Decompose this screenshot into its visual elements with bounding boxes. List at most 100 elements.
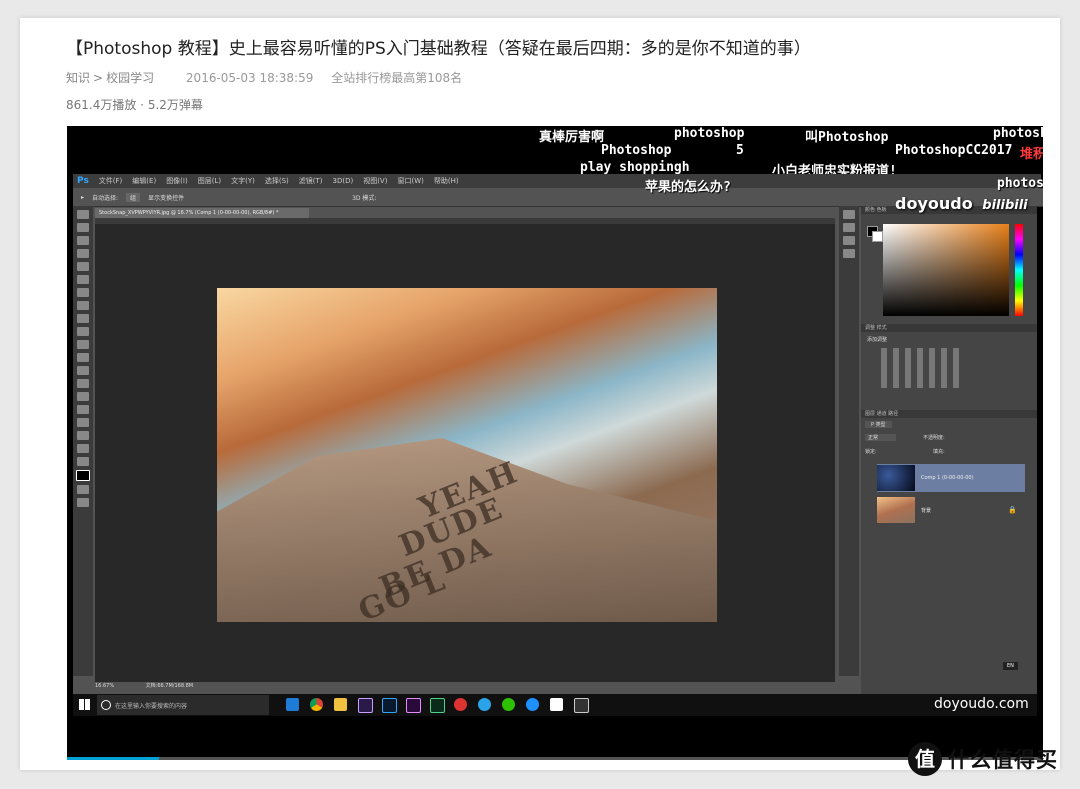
netease-music-icon[interactable] <box>454 698 467 711</box>
cloud-icon[interactable] <box>478 698 491 711</box>
color-field[interactable] <box>883 224 1009 316</box>
screen-mode-icon[interactable] <box>77 498 89 507</box>
foreground-color-icon[interactable] <box>76 470 90 481</box>
windows-start-icon[interactable] <box>79 699 90 710</box>
ps-menu-item[interactable]: 图像(I) <box>166 176 188 186</box>
blend-mode-select[interactable]: 正常 <box>865 434 897 441</box>
taskbar-search-box[interactable]: 在这里输入你要搜索的内容 <box>97 695 269 715</box>
layers-panel-header[interactable]: 图层 通道 路径 <box>861 410 1037 418</box>
play-count: 861.4万播放 <box>66 98 137 112</box>
quick-mask-icon[interactable] <box>77 485 89 494</box>
photoshop-icon[interactable] <box>382 698 397 713</box>
video-progress-bar[interactable] <box>67 757 1043 760</box>
photoshop-window: Ps 文件(F) 编辑(E) 图像(I) 图层(L) 文字(Y) 选择(S) 滤… <box>73 174 1043 694</box>
brush-icon[interactable] <box>77 301 89 310</box>
wechat-icon[interactable] <box>502 698 515 711</box>
windows-taskbar: 在这里输入你要搜索的内容 <box>73 694 1037 716</box>
edge-icon[interactable] <box>286 698 299 711</box>
explorer-icon[interactable] <box>334 698 347 711</box>
zoom-level[interactable]: 16.67% <box>95 683 114 689</box>
move-tool-icon[interactable]: ▸ <box>81 194 84 201</box>
healing-icon[interactable] <box>77 288 89 297</box>
show-transform-checkbox[interactable]: 显示变换控件 <box>148 193 184 202</box>
ps-menu-item[interactable]: 3D(D) <box>333 177 354 185</box>
article-card: 【Photoshop 教程】史上最容易听懂的PS入门基础教程（答疑在最后四期：多… <box>20 18 1060 770</box>
adjustments-subtitle: 添加调整 <box>867 337 888 343</box>
danmaku-item: photosh <box>993 126 1043 141</box>
ps-menu-item[interactable]: 视图(V) <box>363 176 387 186</box>
lock-icon: 🔒 <box>1008 506 1017 514</box>
layer-name[interactable]: Comp 1 (0-00-00-00) <box>921 475 974 481</box>
video-meta: 知识 > 校园学习 2016-05-03 18:38:59 全站排行榜最高第108名 <box>66 69 476 86</box>
history-brush-icon[interactable] <box>77 327 89 336</box>
gradient-icon[interactable] <box>77 353 89 362</box>
breadcrumb: 知识 > 校园学习 <box>66 71 172 85</box>
blur-icon[interactable] <box>77 366 89 375</box>
ps-menu-item[interactable]: 文件(F) <box>99 176 123 186</box>
cortana-icon <box>101 700 111 710</box>
fill-label: 填充: <box>933 449 945 455</box>
ps-canvas-area[interactable]: YEAH DUDE BE DA GO L <box>95 218 835 682</box>
breadcrumb-separator: > <box>93 71 104 85</box>
dodge-icon[interactable] <box>77 379 89 388</box>
ps-menu-item[interactable]: 窗口(W) <box>397 176 423 186</box>
danmaku-item: Photoshop <box>601 143 672 158</box>
canvas-photo[interactable]: YEAH DUDE BE DA GO L <box>217 288 717 629</box>
layer-row-background[interactable]: 背景 🔒 <box>877 496 1025 524</box>
chrome-icon[interactable] <box>310 698 323 711</box>
eyedropper-icon[interactable] <box>77 275 89 284</box>
danmaku-item: PhotoshopCC2017 <box>895 143 1013 158</box>
ps-menu-item[interactable]: 滤镜(T) <box>299 176 323 186</box>
auto-select-dropdown[interactable]: 组 <box>126 192 141 202</box>
brush-panel-icon[interactable] <box>843 236 855 245</box>
danmaku-item: 堆积 <box>1020 147 1043 162</box>
layer-row-comp[interactable]: Comp 1 (0-00-00-00) <box>877 464 1025 492</box>
marquee-icon[interactable] <box>77 223 89 232</box>
character-panel-icon[interactable] <box>843 249 855 258</box>
danmaku-item: 叫Photoshop <box>805 130 889 145</box>
after-effects-icon[interactable] <box>358 698 373 713</box>
move-icon[interactable] <box>77 210 89 219</box>
pen-icon[interactable] <box>77 392 89 401</box>
properties-panel-icon[interactable] <box>843 223 855 232</box>
layers-kind-filter[interactable]: P 类型 <box>865 421 892 428</box>
history-panel-icon[interactable] <box>843 210 855 219</box>
publish-datetime: 2016-05-03 18:38:59 <box>185 71 314 85</box>
language-indicator[interactable]: EN <box>1003 662 1018 670</box>
layer-name[interactable]: 背景 <box>921 507 931 514</box>
ps-menu-item[interactable]: 选择(S) <box>265 176 289 186</box>
pointer-app-icon[interactable] <box>550 698 563 711</box>
video-title[interactable]: 【Photoshop 教程】史上最容易听懂的PS入门基础教程（答疑在最后四期：多… <box>66 34 811 59</box>
video-player[interactable]: 真棒厉害啊 photoshop 叫Photoshop photosh Photo… <box>67 126 1043 760</box>
audition-icon[interactable] <box>430 698 445 713</box>
breadcrumb-item-campus[interactable]: 校园学习 <box>106 71 154 85</box>
quick-select-icon[interactable] <box>77 249 89 258</box>
ps-menu-item[interactable]: 编辑(E) <box>132 176 156 186</box>
hand-icon[interactable] <box>77 444 89 453</box>
channel-watermark: doyoudo bilibili <box>895 194 1028 213</box>
ps-menu-item[interactable]: 图层(L) <box>198 176 221 186</box>
path-select-icon[interactable] <box>77 418 89 427</box>
adjustments-panel-header[interactable]: 调整 样式 <box>861 324 1037 332</box>
crop-icon[interactable] <box>77 262 89 271</box>
ps-menu-item[interactable]: 帮助(H) <box>434 176 459 186</box>
premiere-icon[interactable] <box>406 698 421 713</box>
shape-icon[interactable] <box>77 431 89 440</box>
eraser-icon[interactable] <box>77 340 89 349</box>
danmaku-item: 真棒厉害啊 <box>539 130 605 145</box>
stamp-icon[interactable] <box>77 314 89 323</box>
stats-separator: · <box>136 98 148 112</box>
messenger-icon[interactable] <box>526 698 539 711</box>
lock-label: 锁定: <box>865 449 877 455</box>
breadcrumb-item-knowledge[interactable]: 知识 <box>66 71 90 85</box>
lasso-icon[interactable] <box>77 236 89 245</box>
zoom-icon[interactable] <box>77 457 89 466</box>
layer-thumbnail <box>877 465 915 491</box>
document-tab[interactable]: StockSnap_XVPWPYVIYR.jpg @ 16.7% (Comp 1… <box>95 208 309 218</box>
hue-slider[interactable] <box>1015 224 1023 316</box>
photos-icon[interactable] <box>574 698 589 713</box>
smzdm-watermark: 值 什么值得买 <box>908 742 1058 776</box>
background-swatch[interactable] <box>872 231 883 242</box>
ps-menu-item[interactable]: 文字(Y) <box>231 176 255 186</box>
type-icon[interactable] <box>77 405 89 414</box>
